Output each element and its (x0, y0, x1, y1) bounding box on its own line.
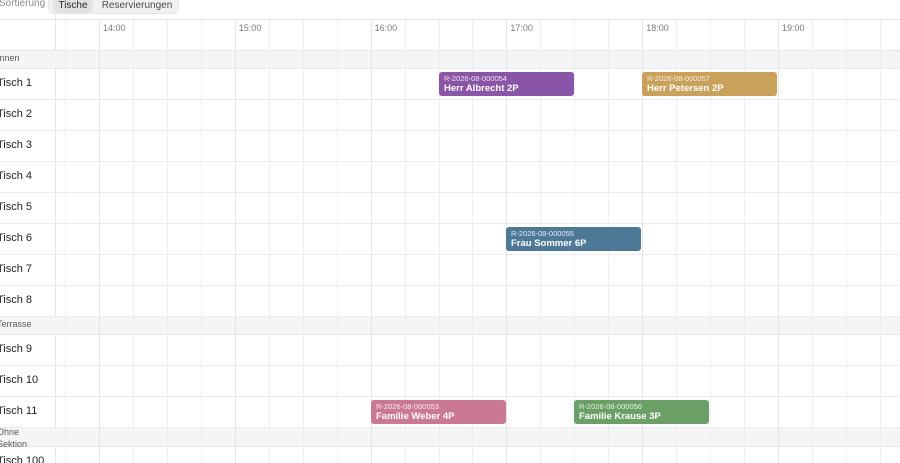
grid-line (710, 51, 711, 463)
grid-line (506, 20, 507, 51)
table-row[interactable]: Tisch 10 (0, 366, 900, 397)
reservation-block[interactable]: R-2026-08-000057 Herr Petersen 2P (642, 72, 777, 96)
reservation-id: R-2026-08-000053 (376, 402, 439, 411)
grid-line (167, 51, 168, 463)
timeline-grid: Innen Tisch 1 Tisch 2 Tisch 3 Tisch 4 Tisch 5… (0, 51, 900, 463)
grid-line (201, 51, 202, 463)
table-label: Tisch 1 (0, 77, 33, 89)
reservation-guest: Frau Sommer 6P (511, 238, 587, 249)
reservation-block[interactable]: R-2026-08-000053 Familie Weber 4P (371, 400, 506, 424)
grid-line (65, 51, 66, 463)
grid-line (269, 51, 270, 463)
tab-reservierungen[interactable]: Reservierungen (97, 0, 177, 13)
reservation-block[interactable]: R-2026-08-000055 Frau Sommer 6P (506, 227, 641, 251)
grid-line (472, 20, 473, 51)
reservation-guest: Familie Weber 4P (376, 411, 455, 422)
grid-line (880, 20, 881, 51)
table-label: Tisch 8 (0, 294, 33, 306)
grid-line (540, 51, 541, 463)
table-label: Tisch 7 (0, 263, 33, 275)
time-label: 18:00 (646, 23, 669, 33)
table-row[interactable]: Tisch 7 (0, 255, 900, 286)
grid-line (235, 20, 236, 51)
grid-line (710, 20, 711, 51)
grid-line (337, 51, 338, 463)
grid-line (99, 20, 100, 51)
time-label: 17:00 (510, 23, 533, 33)
table-label: Tisch 6 (0, 232, 33, 244)
reservation-block[interactable]: R-2026-08-000056 Familie Krause 3P (574, 400, 709, 424)
reservation-guest: Herr Albrecht 2P (444, 83, 519, 94)
table-row[interactable]: Tisch 5 (0, 193, 900, 224)
grid-line (846, 20, 847, 51)
time-label: 15:00 (238, 23, 262, 33)
reservation-guest: Familie Krause 3P (579, 411, 661, 422)
reservation-id: R-2026-08-000057 (647, 74, 710, 83)
section-header: Innen (0, 51, 900, 69)
table-row[interactable]: Tisch 3 (0, 131, 900, 162)
section-header: Ohne Sektion (0, 427, 900, 449)
grid-line (439, 20, 440, 51)
table-label: Tisch 11 (0, 405, 38, 417)
grid-line (167, 20, 168, 51)
table-label: Tisch 5 (0, 201, 33, 213)
reservation-block[interactable]: R-2026-08-000054 Herr Albrecht 2P (439, 72, 574, 96)
grid-line (371, 20, 372, 51)
table-label: Tisch 2 (0, 108, 33, 120)
table-label: Tisch 9 (0, 343, 33, 355)
table-row[interactable]: Tisch 100 (0, 447, 900, 463)
sort-label: Sortierung (0, 0, 46, 9)
reservation-id: R-2026-08-000054 (444, 74, 507, 83)
view-toggle: Tische Reservierungen (48, 0, 179, 14)
grid-line (201, 20, 202, 51)
table-row[interactable]: Tisch 9 (0, 335, 900, 366)
grid-line (642, 20, 643, 51)
grid-line (65, 20, 66, 51)
grid-line (880, 51, 881, 463)
timeline-header: 14:00 15:00 16:00 17:00 18:00 19:00 (0, 19, 900, 51)
section-header: Terrasse (0, 317, 900, 335)
grid-line (812, 51, 813, 463)
grid-line (133, 20, 134, 51)
grid-line (337, 20, 338, 51)
section-label: Innen (0, 53, 20, 63)
grid-line (778, 51, 779, 463)
table-row[interactable]: Tisch 4 (0, 162, 900, 193)
table-label: Tisch 4 (0, 170, 33, 182)
grid-line (405, 20, 406, 51)
grid-line (608, 20, 609, 51)
grid-line (676, 20, 677, 51)
reservation-id: R-2026-08-000056 (579, 402, 642, 411)
toolbar: Sortierung Tische Reservierungen (0, 0, 900, 20)
reservation-guest: Herr Petersen 2P (647, 83, 724, 94)
grid-line (744, 20, 745, 51)
grid-line (99, 51, 100, 463)
grid-line (574, 20, 575, 51)
reservation-id: R-2026-08-000055 (511, 229, 574, 238)
table-row[interactable]: Tisch 6 (0, 224, 900, 255)
table-row[interactable]: Tisch 8 (0, 286, 900, 317)
time-label: 14:00 (103, 23, 126, 33)
table-row[interactable]: Tisch 2 (0, 100, 900, 131)
time-label: 19:00 (782, 23, 805, 33)
grid-line (778, 20, 779, 51)
section-label: Terrasse (0, 319, 32, 329)
grid-line (303, 20, 304, 51)
time-label: 16:00 (374, 23, 398, 33)
grid-line (506, 51, 507, 463)
grid-line (846, 51, 847, 463)
grid-line (812, 20, 813, 51)
table-label: Tisch 3 (0, 139, 33, 151)
grid-line (540, 20, 541, 51)
table-label: Tisch 100 (0, 455, 45, 463)
grid-line (303, 51, 304, 463)
table-label: Tisch 10 (0, 374, 39, 386)
grid-line (235, 51, 236, 463)
tab-tische[interactable]: Tische (53, 0, 93, 13)
grid-line (744, 51, 745, 463)
grid-line (269, 20, 270, 51)
grid-line (133, 51, 134, 463)
